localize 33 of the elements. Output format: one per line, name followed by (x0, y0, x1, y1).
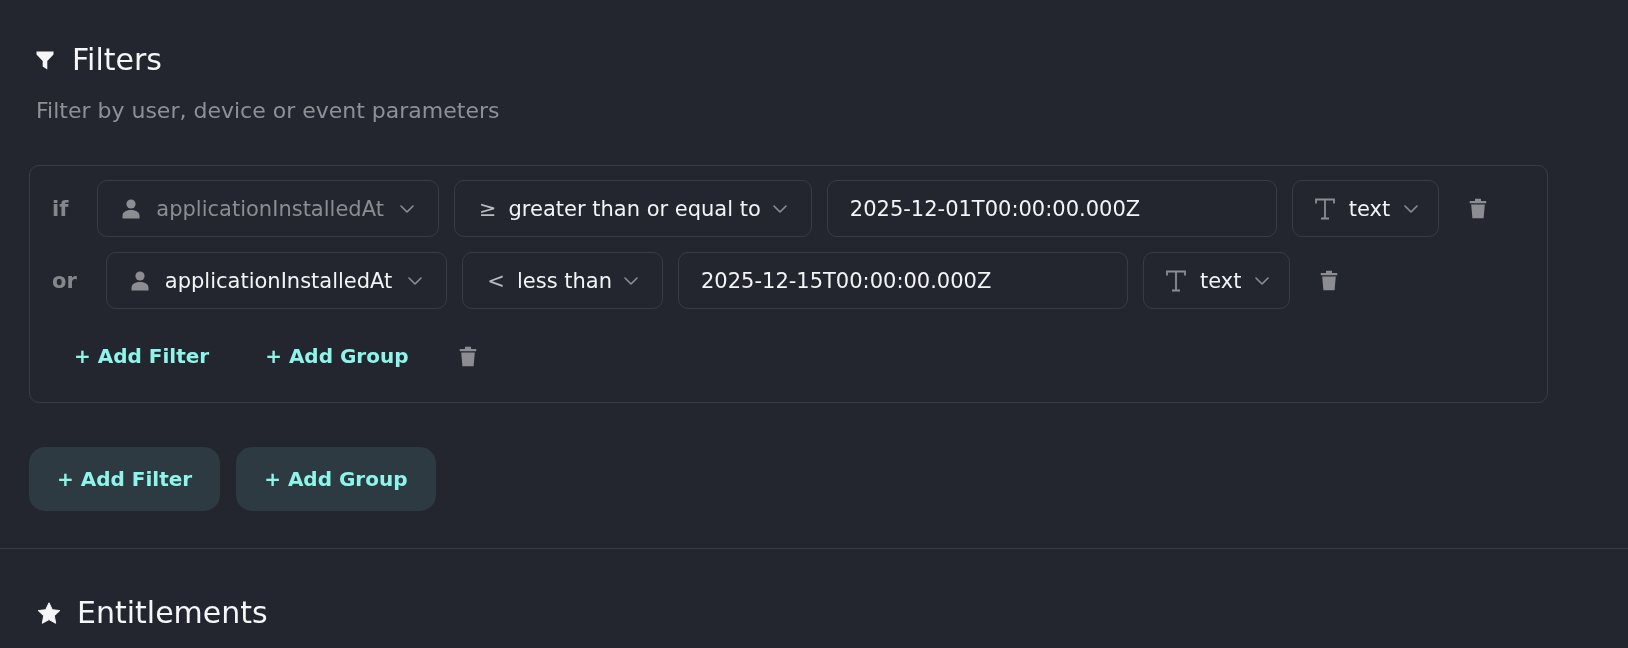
add-button[interactable]: + Add Group (236, 447, 436, 511)
chevron-down-icon (772, 204, 787, 213)
chevron-down-icon (624, 276, 638, 285)
chevron-down-icon (1255, 276, 1270, 285)
filter-icon (36, 50, 54, 70)
chevron-down-icon (408, 276, 423, 285)
trash-icon (1320, 270, 1339, 291)
person-icon (122, 198, 141, 219)
operator-select[interactable]: ≥ greater than or equal to (453, 180, 812, 237)
add-button[interactable]: + Add Filter (29, 447, 221, 511)
section-subtitle: Filter by user, device or event parameters (36, 97, 501, 125)
star-icon (37, 601, 61, 625)
value-field[interactable]: 2025-12-01T00:00:00.000Z (826, 180, 1277, 237)
type-select[interactable]: text (1143, 252, 1291, 309)
field-select[interactable]: applicationInstalledAt (105, 252, 448, 309)
trash-icon (1469, 198, 1488, 219)
trash-icon (458, 345, 477, 367)
text-type-icon (1166, 269, 1186, 292)
chevron-down-icon (1404, 204, 1419, 213)
operator-select[interactable]: < less than (462, 252, 663, 309)
text-type-icon (1314, 197, 1335, 220)
connector-label: or (52, 268, 77, 293)
add-button[interactable]: + Add Filter (52, 334, 232, 378)
chevron-down-icon (399, 204, 414, 213)
type-select[interactable]: text (1291, 180, 1440, 237)
add-button[interactable]: + Add Group (243, 334, 431, 378)
value-field[interactable]: 2025-12-15T00:00:00.000Z (678, 252, 1128, 309)
operator-symbol: ≥ (478, 196, 497, 221)
person-icon (130, 270, 149, 291)
connector-label: if (52, 196, 69, 221)
operator-symbol: < (487, 268, 505, 293)
section-title: Filters (72, 42, 162, 78)
section-title: Entitlements (77, 595, 268, 631)
